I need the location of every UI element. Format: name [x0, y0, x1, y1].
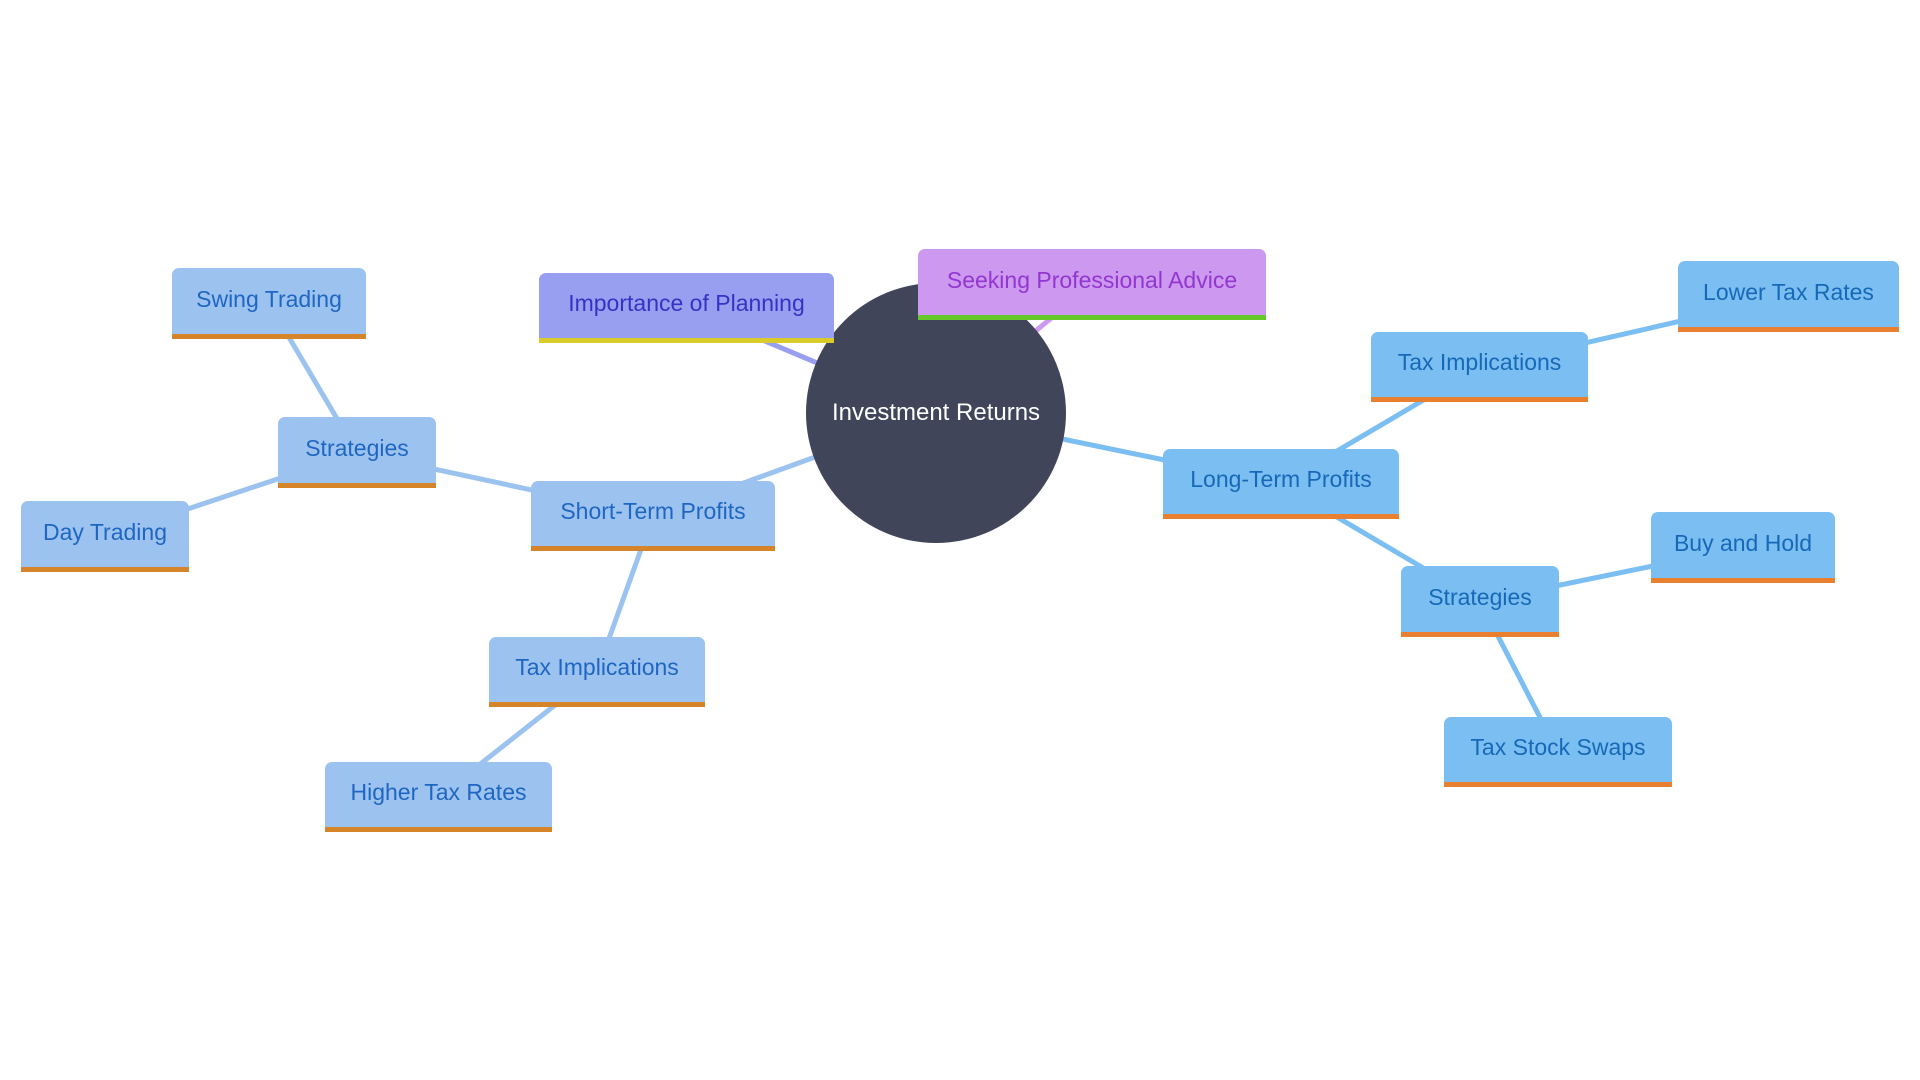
- node-label: Seeking Professional Advice: [946, 266, 1238, 293]
- node-short-tax-implications[interactable]: Tax Implications: [489, 637, 705, 707]
- node-label: Tax Implications: [1397, 349, 1562, 375]
- node-long-tax-implications[interactable]: Tax Implications: [1371, 332, 1588, 402]
- root-label: Investment Returns: [831, 399, 1041, 426]
- node-label: Short-Term Profits: [560, 498, 746, 524]
- node-label: Swing Trading: [196, 285, 342, 312]
- node-label: Importance of Planning: [568, 290, 805, 316]
- node-label: Tax Stock Swaps: [1470, 734, 1646, 760]
- node-short-strategies[interactable]: Strategies: [278, 417, 436, 488]
- node-label: Higher Tax Rates: [350, 779, 527, 805]
- node-short-term-profits[interactable]: Short-Term Profits: [531, 481, 775, 551]
- node-long-strategies[interactable]: Strategies: [1401, 566, 1559, 637]
- node-label: Buy and Hold: [1673, 529, 1813, 556]
- node-label: Strategies: [305, 434, 409, 461]
- node-label: Strategies: [1428, 583, 1532, 610]
- node-tax-stock-swaps[interactable]: Tax Stock Swaps: [1444, 717, 1672, 787]
- node-lower-tax-rates[interactable]: Lower Tax Rates: [1678, 261, 1899, 332]
- node-day-trading[interactable]: Day Trading: [21, 501, 189, 572]
- node-label: Tax Implications: [515, 654, 679, 680]
- node-label: Lower Tax Rates: [1703, 278, 1874, 305]
- node-label: Long-Term Profits: [1190, 466, 1372, 492]
- node-swing-trading[interactable]: Swing Trading: [172, 268, 366, 339]
- node-long-term-profits[interactable]: Long-Term Profits: [1163, 449, 1399, 519]
- node-higher-tax-rates[interactable]: Higher Tax Rates: [325, 762, 552, 832]
- node-buy-and-hold[interactable]: Buy and Hold: [1651, 512, 1835, 583]
- node-importance-of-planning[interactable]: Importance of Planning: [539, 273, 834, 343]
- node-seeking-professional-advice[interactable]: Seeking Professional Advice: [918, 249, 1266, 320]
- root-node[interactable]: Investment Returns: [806, 283, 1066, 543]
- node-label: Day Trading: [42, 518, 167, 545]
